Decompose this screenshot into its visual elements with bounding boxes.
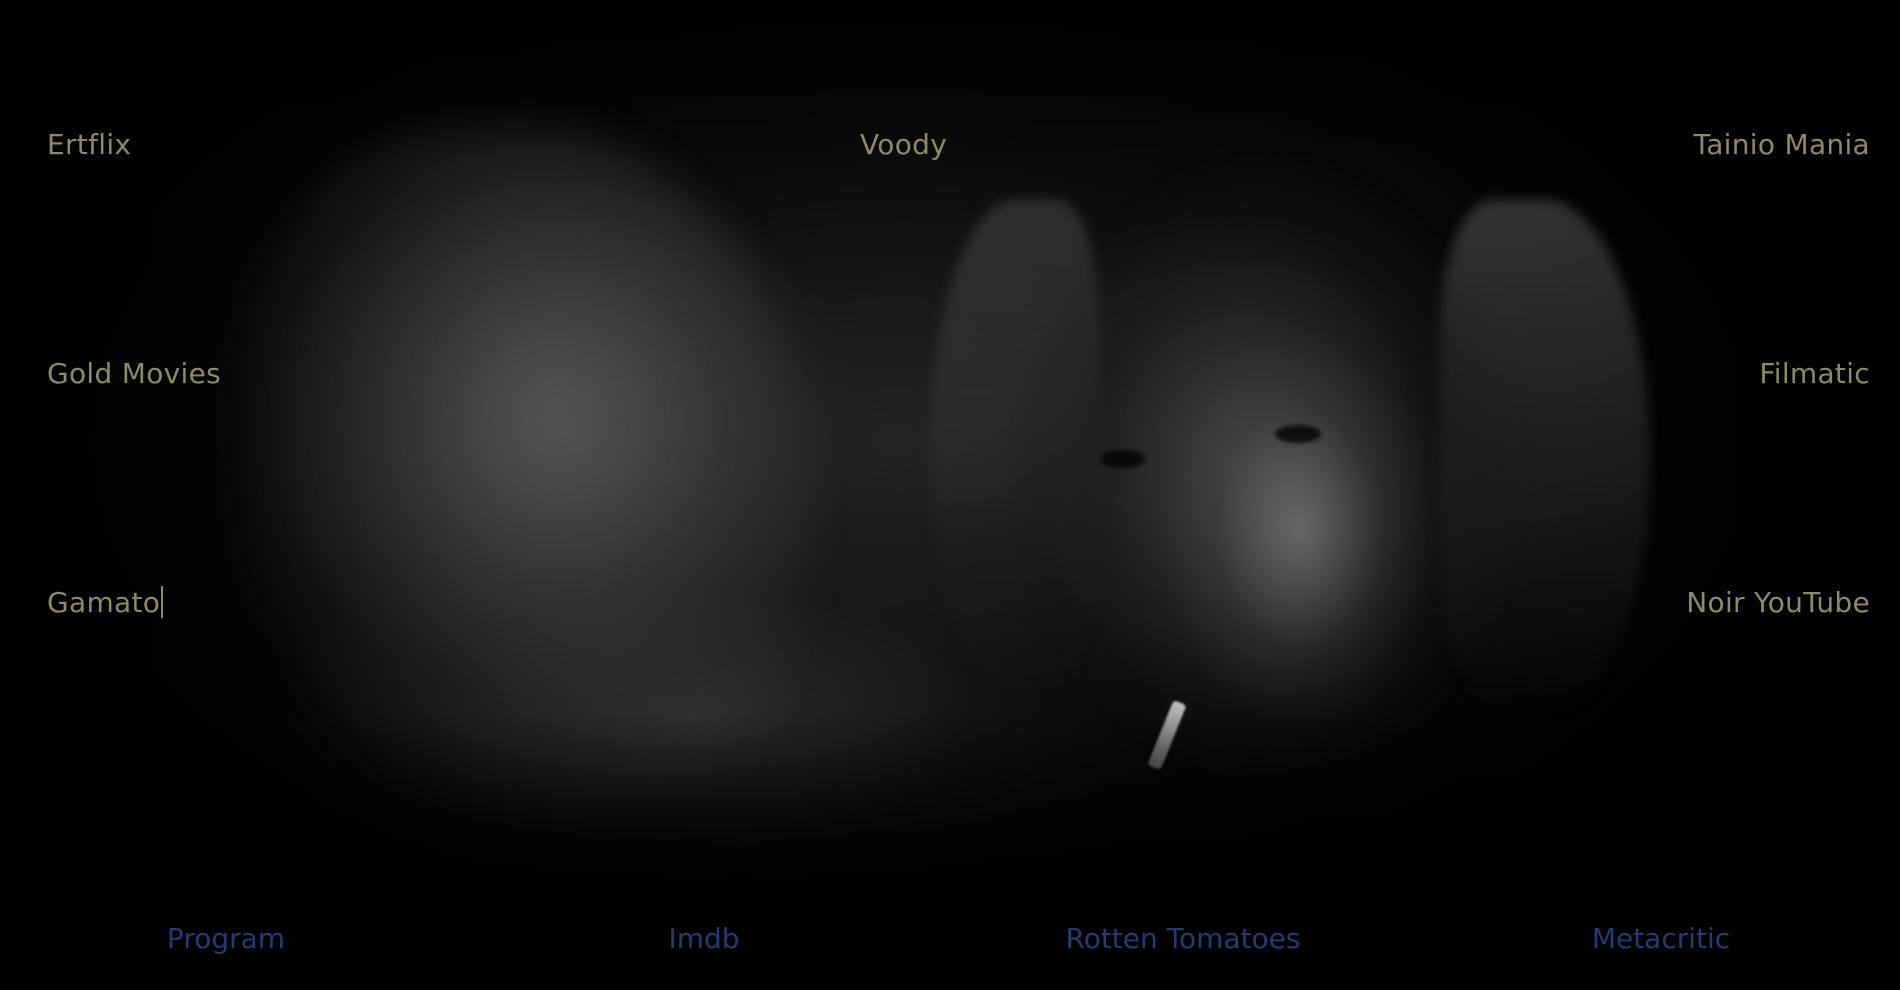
link-ertflix[interactable]: Ertflix (47, 128, 131, 161)
link-noir-youtube[interactable]: Noir YouTube (1686, 586, 1870, 619)
text-cursor (161, 586, 164, 618)
link-voody[interactable]: Voody (860, 128, 947, 161)
footer-link-metacritic[interactable]: Metacritic (1592, 922, 1730, 955)
link-gold-movies[interactable]: Gold Movies (47, 357, 221, 390)
page: Ertflix Voody Tainio Mania Gold Movies F… (0, 0, 1900, 990)
background-photo (0, 0, 1900, 890)
vignette (0, 0, 1900, 890)
footer-link-rotten-tomatoes[interactable]: Rotten Tomatoes (1066, 922, 1301, 955)
footer-link-program[interactable]: Program (167, 922, 285, 955)
link-filmatic[interactable]: Filmatic (1759, 357, 1870, 390)
link-gamato-label: Gamato (47, 586, 161, 619)
link-tainio-mania[interactable]: Tainio Mania (1693, 128, 1870, 161)
link-gamato[interactable]: Gamato (47, 586, 164, 619)
footer-link-imdb[interactable]: Imdb (668, 922, 739, 955)
